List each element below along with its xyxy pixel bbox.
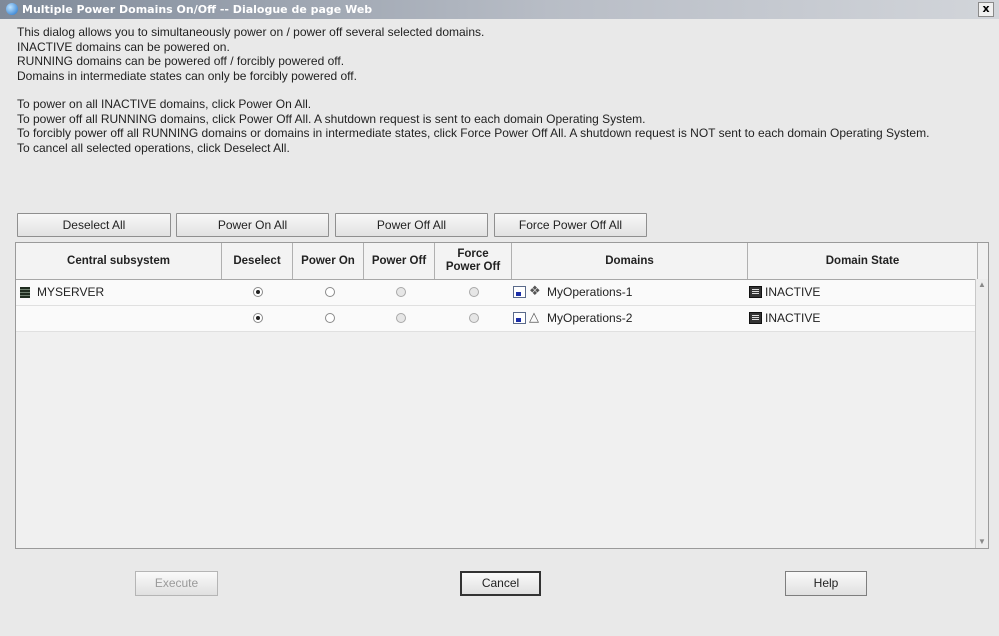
linux-icon: △ <box>529 309 539 324</box>
deselect-radio[interactable] <box>253 313 263 323</box>
scroll-up-icon[interactable]: ▲ <box>976 279 988 291</box>
scroll-down-icon[interactable]: ▼ <box>976 536 988 548</box>
power-off-all-button[interactable]: Power Off All <box>335 213 488 237</box>
window-title: Multiple Power Domains On/Off -- Dialogu… <box>22 3 373 16</box>
intro-line: This dialog allows you to simultaneously… <box>17 25 485 39</box>
power-on-radio[interactable] <box>325 313 335 323</box>
header-domains: Domains <box>512 243 748 279</box>
intro-line: To power on all INACTIVE domains, click … <box>17 97 312 111</box>
intro-line: Domains in intermediate states can only … <box>17 68 357 83</box>
intro-line: INACTIVE domains can be powered on. <box>17 39 230 54</box>
help-button[interactable]: Help <box>785 571 867 596</box>
intro-line: To cancel all selected operations, click… <box>17 140 290 155</box>
execute-button[interactable]: Execute <box>135 571 218 596</box>
state-icon <box>749 286 762 298</box>
header-power-on: Power On <box>293 243 364 279</box>
header-deselect: Deselect <box>222 243 293 279</box>
power-off-radio[interactable] <box>396 287 406 297</box>
force-power-off-radio[interactable] <box>469 287 479 297</box>
domain-icon <box>513 286 526 298</box>
power-off-radio[interactable] <box>396 313 406 323</box>
table-row: △ MyOperations-2 INACTIVE <box>16 306 977 332</box>
internet-explorer-icon <box>6 3 18 15</box>
intro-line: To forcibly power off all RUNNING domain… <box>17 126 930 140</box>
intro-line: RUNNING domains can be powered off / for… <box>17 54 345 68</box>
vertical-scrollbar[interactable]: ▲ ▼ <box>975 279 988 548</box>
server-icon <box>20 287 30 298</box>
domain-state-cell: INACTIVE <box>765 311 821 325</box>
header-force-power-off: Force Power Off <box>435 243 512 279</box>
state-icon <box>749 312 762 324</box>
cancel-button[interactable]: Cancel <box>460 571 541 596</box>
close-button[interactable]: x <box>978 2 994 17</box>
deselect-all-button[interactable]: Deselect All <box>17 213 171 237</box>
instructions: This dialog allows you to simultaneously… <box>17 25 987 155</box>
deselect-radio[interactable] <box>253 287 263 297</box>
header-central-subsystem: Central subsystem <box>16 243 222 279</box>
window-titlebar: Multiple Power Domains On/Off -- Dialogu… <box>0 0 999 19</box>
intro-line: To power off all RUNNING domains, click … <box>17 111 646 126</box>
power-on-radio[interactable] <box>325 287 335 297</box>
windows-icon: ❖ <box>529 283 541 298</box>
table-row: MYSERVER ❖ MyOperations-1 INACTIVE <box>16 280 977 306</box>
domain-name-cell: MyOperations-2 <box>547 311 633 325</box>
central-subsystem-cell: MYSERVER <box>37 285 105 299</box>
domain-name-cell: MyOperations-1 <box>547 285 633 299</box>
domain-icon <box>513 312 526 324</box>
force-power-off-all-button[interactable]: Force Power Off All <box>494 213 647 237</box>
header-domain-state: Domain State <box>748 243 978 279</box>
table-header: Central subsystem Deselect Power On Powe… <box>16 243 978 280</box>
header-power-off: Power Off <box>364 243 435 279</box>
domain-state-cell: INACTIVE <box>765 285 821 299</box>
power-on-all-button[interactable]: Power On All <box>176 213 329 237</box>
domains-table: Central subsystem Deselect Power On Powe… <box>15 242 989 549</box>
force-power-off-radio[interactable] <box>469 313 479 323</box>
